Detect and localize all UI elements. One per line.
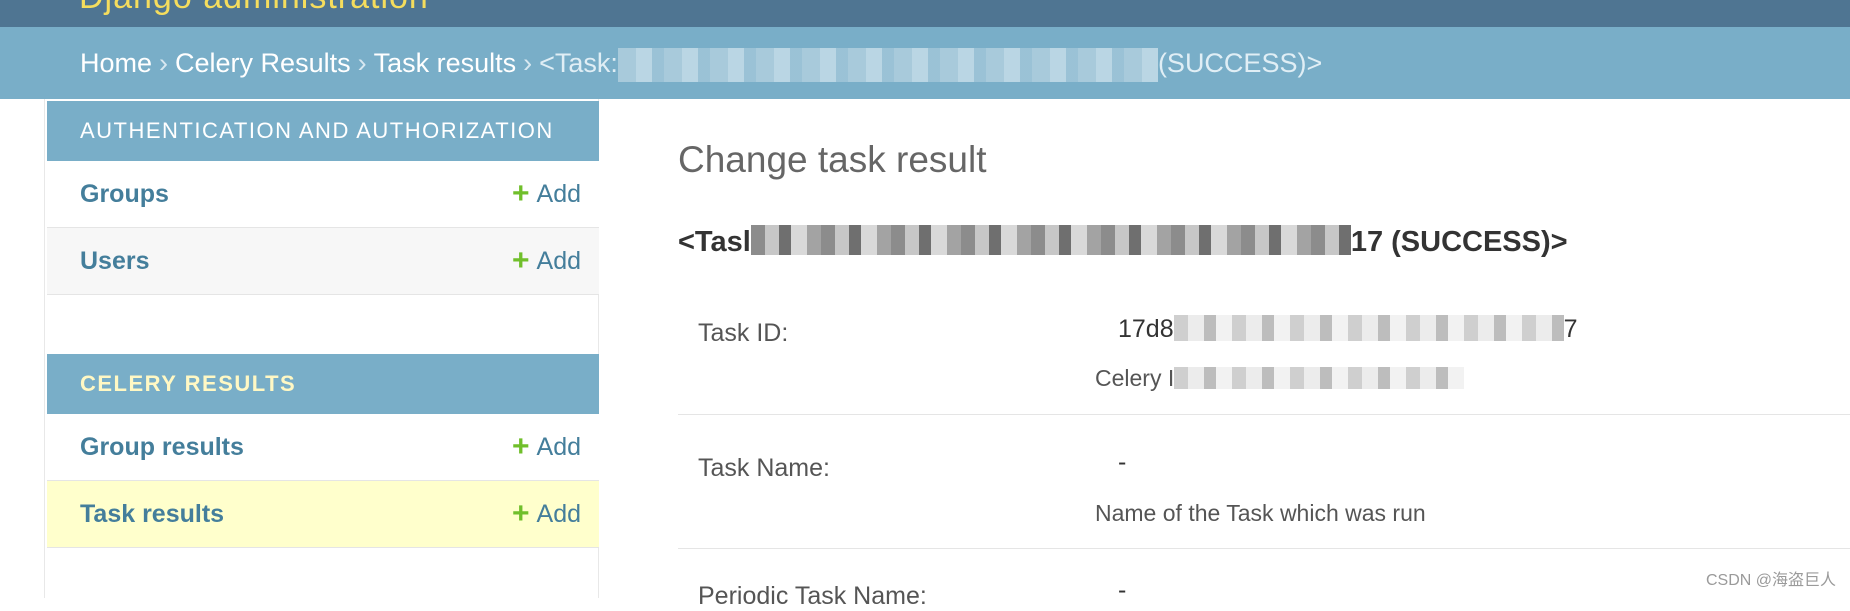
breadcrumb-separator: ›	[351, 48, 374, 78]
site-header: Django administration	[0, 0, 1850, 27]
add-label: Add	[537, 433, 581, 461]
task-results-link[interactable]: Task results	[80, 481, 224, 547]
sidebar-item-task-results: Task results +Add	[47, 481, 599, 548]
add-group-button[interactable]: +Add	[512, 161, 581, 227]
plus-icon: +	[512, 497, 530, 530]
site-brand[interactable]: Django administration	[79, 0, 429, 17]
add-label: Add	[537, 247, 581, 275]
breadcrumb-home[interactable]: Home	[80, 48, 152, 78]
object-heading: <Tasl 17 (SUCCESS)>	[678, 225, 1568, 259]
task-id-value: 17d8 7	[1118, 315, 1578, 344]
field-row-periodic-task-name: Periodic Task Name: -	[678, 548, 1850, 608]
task-name-label: Task Name:	[698, 454, 830, 483]
module-caption-celery-results[interactable]: CELERY RESULTS	[47, 354, 599, 414]
breadcrumb-current: <Task: (SUCCESS)>	[539, 48, 1322, 78]
plus-icon: +	[512, 430, 530, 463]
plus-icon: +	[512, 244, 530, 277]
users-link[interactable]: Users	[80, 228, 150, 294]
periodic-task-name-label: Periodic Task Name:	[698, 582, 927, 611]
periodic-task-name-value: -	[1118, 576, 1126, 605]
field-row-task-name: Task Name: - Name of the Task which was …	[678, 414, 1850, 549]
module-spacer	[47, 295, 599, 354]
add-task-result-button[interactable]: +Add	[512, 481, 581, 547]
breadcrumb-task-results[interactable]: Task results	[374, 48, 517, 78]
module-auth: AUTHENTICATION AND AUTHORIZATION Groups …	[47, 101, 599, 295]
redacted-task-id	[1174, 315, 1564, 341]
module-celery-results: CELERY RESULTS Group results +Add Task r…	[47, 354, 599, 548]
object-heading-prefix: <Tasl	[678, 226, 751, 258]
redacted-task-id	[751, 225, 1351, 255]
watermark: CSDN @海盗巨人	[1706, 566, 1836, 590]
task-name-value: -	[1118, 448, 1126, 477]
breadcrumb-current-suffix: (SUCCESS)>	[1158, 48, 1322, 78]
object-heading-suffix: 17 (SUCCESS)>	[1351, 226, 1568, 258]
page-title: Change task result	[678, 139, 987, 181]
breadcrumb: Home›Celery Results›Task results›<Task:(…	[0, 27, 1850, 99]
breadcrumb-celery-results[interactable]: Celery Results	[175, 48, 351, 78]
add-user-button[interactable]: +Add	[512, 228, 581, 294]
redacted-task-id	[618, 48, 1158, 82]
groups-link[interactable]: Groups	[80, 161, 169, 227]
breadcrumb-separator: ›	[152, 48, 175, 78]
task-id-value-prefix: 17d8	[1118, 315, 1174, 343]
sidebar-item-users: Users +Add	[47, 228, 599, 295]
task-id-help-prefix: Celery I	[1095, 365, 1174, 391]
task-name-help: Name of the Task which was run	[1095, 500, 1426, 527]
add-group-result-button[interactable]: +Add	[512, 414, 581, 480]
breadcrumb-separator: ›	[516, 48, 539, 78]
sidebar-item-groups: Groups +Add	[47, 161, 599, 228]
sidebar-item-group-results: Group results +Add	[47, 414, 599, 481]
task-id-label: Task ID:	[698, 319, 788, 348]
field-row-task-id: Task ID: 17d8 7 Celery I	[678, 279, 1850, 415]
task-id-value-suffix: 7	[1564, 315, 1578, 343]
sidebar-left-border	[44, 99, 45, 598]
app-sidebar: AUTHENTICATION AND AUTHORIZATION Groups …	[47, 101, 599, 548]
module-caption-auth[interactable]: AUTHENTICATION AND AUTHORIZATION	[47, 101, 599, 161]
group-results-link[interactable]: Group results	[80, 414, 244, 480]
breadcrumb-current-prefix: <Task:	[539, 48, 618, 78]
redacted-help-text	[1174, 367, 1464, 389]
task-id-help: Celery I	[1095, 365, 1464, 392]
add-label: Add	[537, 180, 581, 208]
plus-icon: +	[512, 177, 530, 210]
add-label: Add	[537, 500, 581, 528]
